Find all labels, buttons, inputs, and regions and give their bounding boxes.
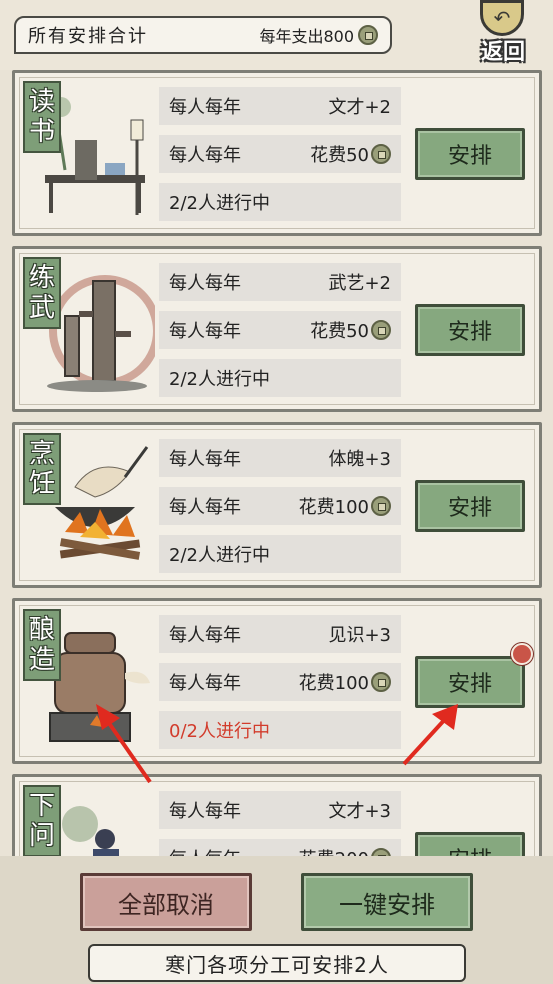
- yearly-cost-label: 每年支出800: [259, 27, 354, 46]
- effect-row: 每人每年 武艺+2: [159, 263, 401, 301]
- cost-row: 每人每年 花费100: [159, 487, 401, 525]
- effect-row: 每人每年 文才+3: [159, 791, 401, 829]
- name-char: 烹: [28, 439, 55, 469]
- effect-row: 每人每年 体魄+3: [159, 439, 401, 477]
- name-char: 问: [28, 821, 55, 851]
- cost-row: 每人每年 花费50: [159, 311, 401, 349]
- name-char: 下: [28, 791, 55, 821]
- name-char: 书: [28, 117, 55, 147]
- card-martial: 练 武 每人每年 武艺+2 每人每年 花费50 2/2人进行中 安排: [12, 246, 542, 412]
- notification-dot: [511, 643, 533, 665]
- cost-row: 每人每年 花费50: [159, 135, 401, 173]
- cost-row: 每人每年 花费100: [159, 663, 401, 701]
- annotation-arrow-left: [96, 704, 152, 784]
- progress-row: 2/2人进行中: [159, 359, 401, 397]
- progress-row: 2/2人进行中: [159, 183, 401, 221]
- name-char: 酿: [28, 615, 55, 645]
- capacity-note: 寒门各项分工可安排2人: [88, 944, 466, 982]
- name-char: 武: [28, 293, 55, 323]
- one-click-arrange-button[interactable]: 一键安排: [301, 873, 473, 931]
- yearly-cost: 每年支出800: [259, 23, 378, 47]
- copper-coin-icon: [371, 320, 391, 340]
- arrange-button[interactable]: 安排: [415, 128, 525, 180]
- name-char: 练: [28, 263, 55, 293]
- name-char: 造: [28, 645, 55, 675]
- card-name-tag: 练 武: [23, 257, 61, 329]
- arrange-button[interactable]: 安排: [415, 480, 525, 532]
- card-name-tag: 酿 造: [23, 609, 61, 681]
- card-reading: 读 书 每人每年 文才+2 每人每年 花费50 2/2人进行中 安排: [12, 70, 542, 236]
- back-button[interactable]: ↶ 返回: [468, 0, 538, 66]
- copper-coin-icon: [358, 25, 378, 45]
- arrangement-list[interactable]: 读 书 每人每年 文才+2 每人每年 花费50 2/2人进行中 安排 练 武 每…: [0, 70, 553, 856]
- effect-row: 每人每年 见识+3: [159, 615, 401, 653]
- effect-row: 每人每年 文才+2: [159, 87, 401, 125]
- copper-coin-icon: [371, 848, 391, 856]
- card-name-tag: 烹 饪: [23, 433, 61, 505]
- card-name-tag: 下 问: [23, 785, 61, 856]
- name-char: 读: [28, 87, 55, 117]
- name-char: 饪: [28, 469, 55, 499]
- progress-row: 2/2人进行中: [159, 535, 401, 573]
- card-cooking: 烹 饪 每人每年 体魄+3 每人每年 花费100 2/2人进行中 安排: [12, 422, 542, 588]
- card-name-tag: 读 书: [23, 81, 61, 153]
- copper-coin-icon: [371, 144, 391, 164]
- progress-row: 0/2人进行中: [159, 711, 401, 749]
- cancel-all-button[interactable]: 全部取消: [80, 873, 252, 931]
- arrangement-summary: 所有安排合计 每年支出800: [14, 16, 392, 54]
- copper-coin-icon: [371, 672, 391, 692]
- summary-title: 所有安排合计: [28, 26, 148, 47]
- back-label: 返回: [480, 40, 525, 65]
- copper-coin-icon: [371, 496, 391, 516]
- annotation-arrow-right: [402, 704, 458, 766]
- top-bar: 所有安排合计 每年支出800 ↶ 返回: [0, 0, 553, 70]
- arrange-button[interactable]: 安排: [415, 832, 525, 856]
- back-arrow-icon: ↶: [480, 0, 524, 36]
- arrange-button[interactable]: 安排: [415, 304, 525, 356]
- cost-row: 每人每年 花费200: [159, 839, 401, 856]
- bottom-action-bar: 全部取消 一键安排 寒门各项分工可安排2人: [0, 856, 553, 984]
